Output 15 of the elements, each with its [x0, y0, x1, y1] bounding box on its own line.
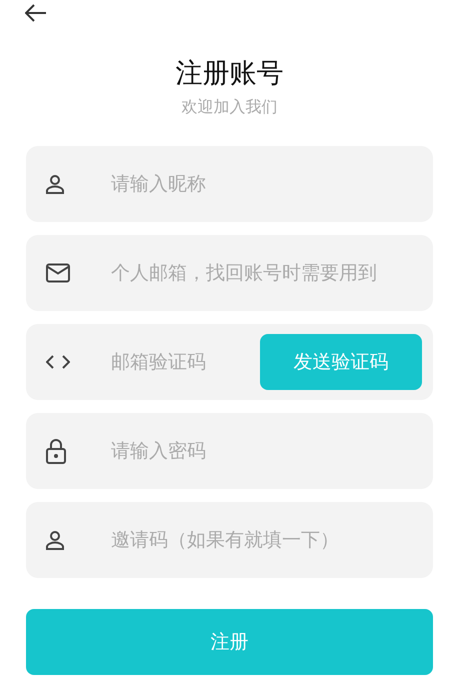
input-field[interactable]: 请输入昵称 — [111, 173, 422, 195]
send-code-button[interactable]: 发送验证码 — [260, 334, 422, 390]
input-field[interactable]: 邮箱验证码 — [111, 351, 260, 373]
person-icon — [46, 174, 64, 194]
input-field[interactable]: 个人邮箱，找回账号时需要用到 — [111, 262, 422, 284]
page-title: 注册账号 — [174, 57, 284, 91]
register-button[interactable]: 注册 — [26, 609, 433, 675]
person-icon — [46, 530, 64, 550]
back-arrow-icon[interactable] — [25, 4, 47, 22]
code-icon — [46, 355, 70, 369]
input-field[interactable]: 邀请码（如果有就填一下） — [111, 529, 422, 551]
mail-icon — [46, 264, 70, 282]
lock-icon — [46, 438, 66, 464]
page-subtitle: 欢迎加入我们 — [180, 96, 278, 118]
input-field[interactable]: 请输入密码 — [111, 440, 422, 462]
